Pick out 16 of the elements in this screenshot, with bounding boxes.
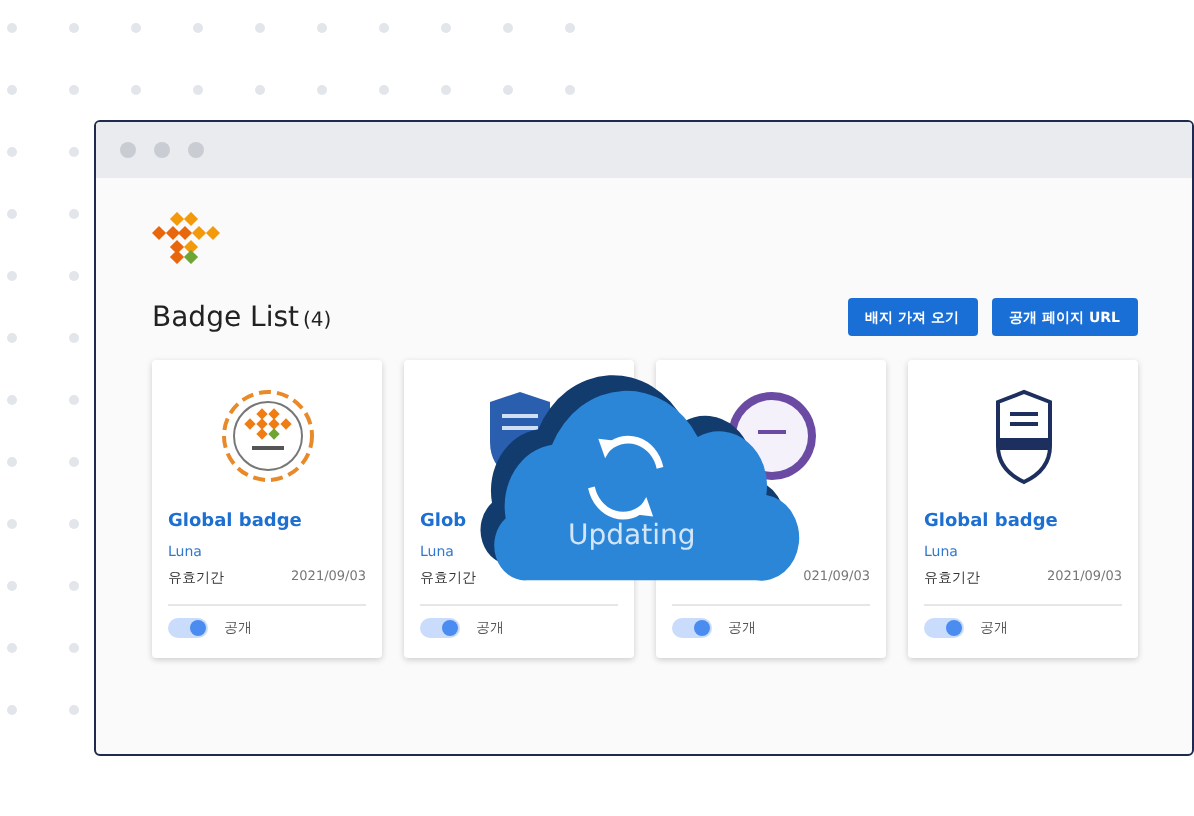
- badge-title[interactable]: Global badge: [924, 512, 1058, 536]
- window-dot-icon: [188, 142, 204, 158]
- page-title: Badge List: [152, 301, 299, 333]
- window-dot-icon: [120, 142, 136, 158]
- badge-title[interactable]: Global badge: [168, 512, 302, 536]
- public-toggle[interactable]: [420, 618, 460, 638]
- badge-count: (4): [303, 309, 332, 331]
- public-toggle[interactable]: [924, 618, 964, 638]
- round-badge-drawing: [217, 386, 317, 486]
- updating-label: Updating: [568, 520, 696, 552]
- public-toggle[interactable]: [168, 618, 208, 638]
- badge-title[interactable]: Glob: [420, 512, 467, 536]
- window-dot-icon: [154, 142, 170, 158]
- refresh-icon: [587, 435, 664, 520]
- logo-icon: [152, 212, 220, 264]
- public-toggle[interactable]: [672, 618, 712, 638]
